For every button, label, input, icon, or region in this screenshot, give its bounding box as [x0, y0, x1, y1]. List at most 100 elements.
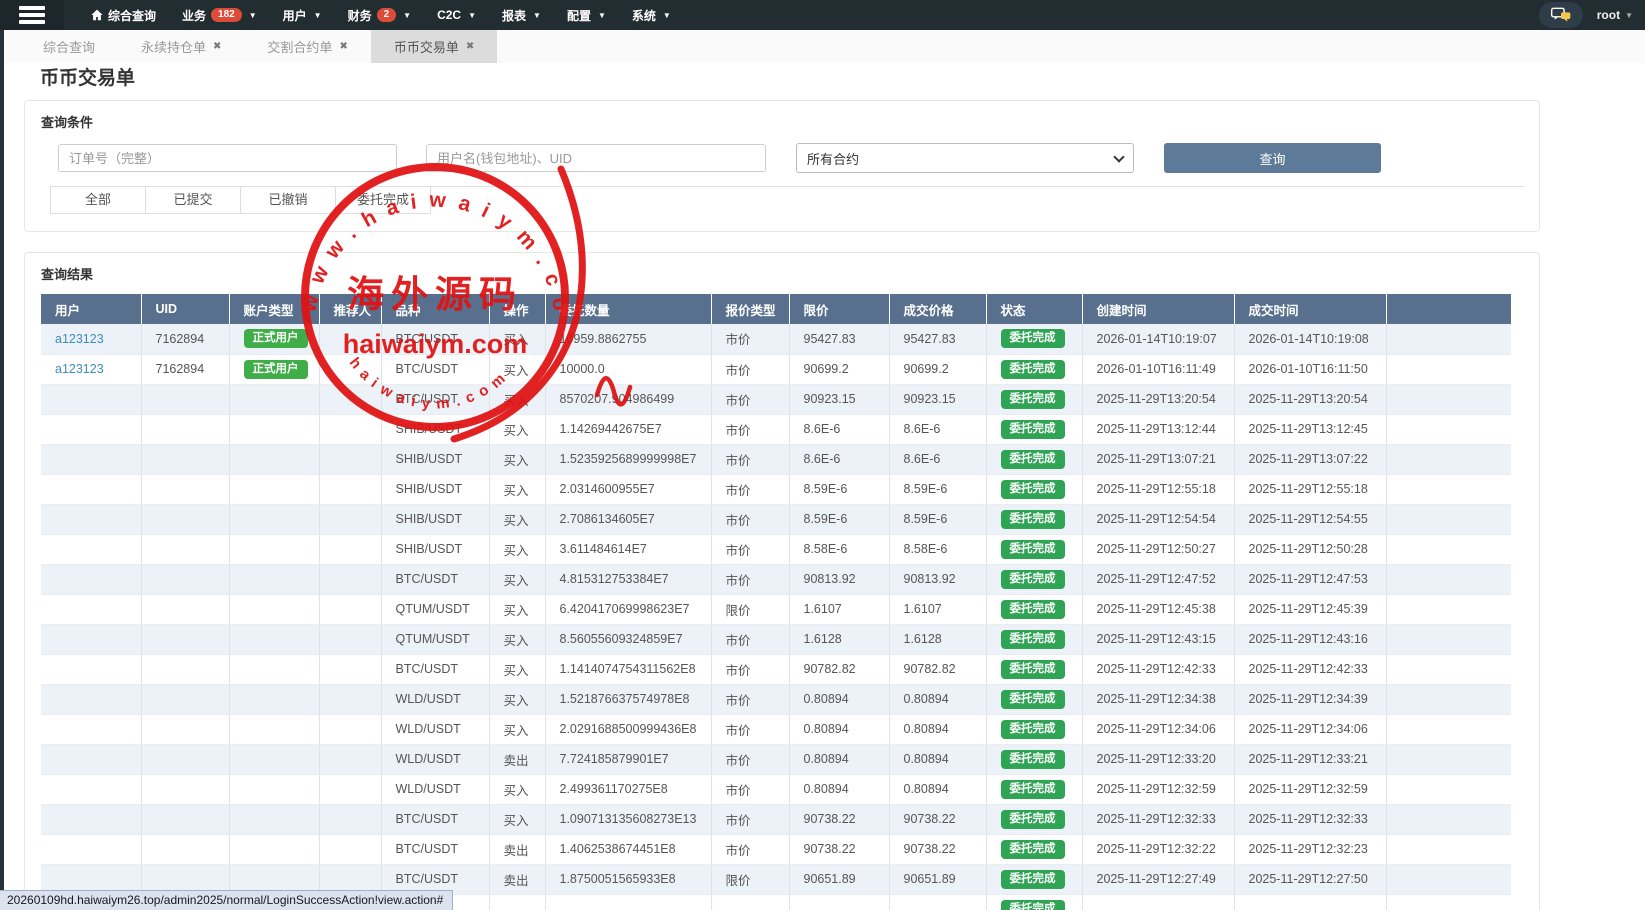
- cell-created-time: 2025-11-29T12:27:49: [1082, 864, 1234, 894]
- cell-deal-price: 0.80894: [889, 744, 986, 774]
- cell-actions: [1386, 384, 1511, 414]
- cell-status: 委托完成: [986, 474, 1082, 504]
- nav-item-business[interactable]: 业务 182 ▼: [169, 0, 270, 30]
- cell-side: 买入: [489, 504, 545, 534]
- collapsed-sidebar-strip: [0, 30, 4, 910]
- contract-select[interactable]: 所有合约: [796, 143, 1134, 173]
- cell-status: 委托完成: [986, 564, 1082, 594]
- col-header-uid: UID: [141, 294, 229, 324]
- account-type-badge: 正式用户: [244, 329, 308, 348]
- cell-deal-time: 2025-11-29T12:43:16: [1234, 624, 1386, 654]
- cell-quote-type: 市价: [711, 714, 789, 744]
- cell-amount: 10959.8862755: [545, 324, 711, 354]
- cell-created-time: 2025-11-29T12:45:38: [1082, 594, 1234, 624]
- cell-deal-price: 90699.2: [889, 354, 986, 384]
- status-tab-submitted[interactable]: 已提交: [145, 186, 241, 214]
- cell-symbol: BTC/USDT: [381, 654, 489, 684]
- messages-button[interactable]: [1539, 2, 1583, 28]
- cell-limit-price: 1.6128: [789, 624, 889, 654]
- tab-close-icon[interactable]: ✖: [213, 41, 221, 52]
- cell-status: 委托完成: [986, 414, 1082, 444]
- nav-item-finance[interactable]: 财务 2 ▼: [335, 0, 425, 30]
- cell-symbol: SHIB/USDT: [381, 504, 489, 534]
- cell-account-type: [229, 774, 319, 804]
- cell-limit-price: 8.6E-6: [789, 414, 889, 444]
- cell-side: 买入: [489, 684, 545, 714]
- tab-delivery-contracts[interactable]: 交割合约单 ✖: [244, 30, 370, 63]
- tab-close-icon[interactable]: ✖: [339, 41, 347, 52]
- table-row: QTUM/USDT 买入 6.420417069998623E7 限价 1.61…: [41, 594, 1511, 624]
- status-tab-completed[interactable]: 委托完成: [335, 186, 431, 214]
- cell-referrer: [319, 834, 381, 864]
- status-badge: 委托完成: [1001, 480, 1065, 499]
- nav-item-config[interactable]: 配置 ▼: [554, 0, 619, 30]
- nav-item-system[interactable]: 系统 ▼: [619, 0, 684, 30]
- cell-user: [41, 684, 141, 714]
- table-row: WLD/USDT 买入 1.521876637574978E8 市价 0.808…: [41, 684, 1511, 714]
- tab-perpetual-positions[interactable]: 永续持仓单 ✖: [118, 30, 244, 63]
- user-menu[interactable]: root ▼: [1597, 8, 1633, 22]
- status-tab-cancelled[interactable]: 已撤销: [240, 186, 336, 214]
- cell-side: 卖出: [489, 864, 545, 894]
- cell-created-time: 2025-11-29T12:32:22: [1082, 834, 1234, 864]
- tab-label: 永续持仓单: [141, 37, 206, 56]
- cell-account-type: [229, 684, 319, 714]
- hamburger-menu-icon[interactable]: [0, 0, 64, 30]
- cell-deal-price: 1.6107: [889, 594, 986, 624]
- search-button[interactable]: 查询: [1164, 143, 1381, 173]
- cell-symbol: BTC/USDT: [381, 834, 489, 864]
- cell-deal-price: 90782.82: [889, 654, 986, 684]
- cell-user: [41, 804, 141, 834]
- cell-referrer: [319, 324, 381, 354]
- username-uid-input[interactable]: [426, 144, 766, 172]
- table-row: SHIB/USDT 买入 3.611484614E7 市价 8.58E-6 8.…: [41, 534, 1511, 564]
- cell-amount: 1.090713135608273E13: [545, 804, 711, 834]
- cell-limit-price: 0.80894: [789, 744, 889, 774]
- cell-side: 买入: [489, 444, 545, 474]
- cell-deal-time: 2025-11-29T12:45:39: [1234, 594, 1386, 624]
- tab-spot-orders[interactable]: 币币交易单 ✖: [371, 30, 497, 63]
- cell-limit-price: 90738.22: [789, 804, 889, 834]
- tab-overview[interactable]: 综合查询: [20, 30, 118, 63]
- nav-item-users[interactable]: 用户 ▼: [270, 0, 335, 30]
- cell-deal-time: 2026-01-10T16:11:50: [1234, 354, 1386, 384]
- status-tab-all[interactable]: 全部: [50, 186, 146, 214]
- cell-referrer: [319, 474, 381, 504]
- cell-symbol: WLD/USDT: [381, 744, 489, 774]
- cell-quote-type: 市价: [711, 474, 789, 504]
- col-header-status: 状态: [986, 294, 1082, 324]
- cell-deal-price: 8.59E-6: [889, 504, 986, 534]
- cell-actions: [1386, 594, 1511, 624]
- status-badge: 委托完成: [1001, 329, 1065, 348]
- status-badge: 委托完成: [1001, 780, 1065, 799]
- nav-item-reports[interactable]: 报表 ▼: [489, 0, 554, 30]
- table-row: BTC/USDT 买入 1.090713135608273E13 市价 9073…: [41, 804, 1511, 834]
- cell-amount: 1.1414074754311562E8: [545, 654, 711, 684]
- cell-user: [41, 744, 141, 774]
- contract-select-value: 所有合约: [807, 149, 859, 168]
- cell-created-time: 2025-11-29T13:12:44: [1082, 414, 1234, 444]
- user-link[interactable]: a123123: [55, 332, 104, 346]
- filter-panel-title: 查询条件: [41, 112, 93, 131]
- cell-account-type: [229, 594, 319, 624]
- status-badge: 委托完成: [1001, 450, 1065, 469]
- tab-close-icon[interactable]: ✖: [466, 41, 474, 52]
- cell-actions: [1386, 894, 1511, 910]
- order-number-input[interactable]: [58, 144, 397, 172]
- cell-deal-price: 8.58E-6: [889, 534, 986, 564]
- status-badge: 委托完成: [1001, 810, 1065, 829]
- table-row: SHIB/USDT 买入 1.5235925689999998E7 市价 8.6…: [41, 444, 1511, 474]
- cell-referrer: [319, 504, 381, 534]
- user-link[interactable]: a123123: [55, 362, 104, 376]
- col-header-limit-price: 限价: [789, 294, 889, 324]
- orders-table: 用户 UID 账户类型 推荐人 品种 操作 委托数量 报价类型 限价 成交价格 …: [41, 294, 1511, 910]
- cell-created-time: 2025-11-29T12:34:38: [1082, 684, 1234, 714]
- cell-actions: [1386, 744, 1511, 774]
- cell-user: [41, 414, 141, 444]
- col-header-quote-type: 报价类型: [711, 294, 789, 324]
- cell-account-type: [229, 834, 319, 864]
- nav-item-c2c[interactable]: C2C ▼: [424, 0, 489, 30]
- nav-item-overview[interactable]: 综合查询: [78, 0, 169, 30]
- nav-item-label: 用户: [283, 7, 307, 24]
- cell-side: 买入: [489, 804, 545, 834]
